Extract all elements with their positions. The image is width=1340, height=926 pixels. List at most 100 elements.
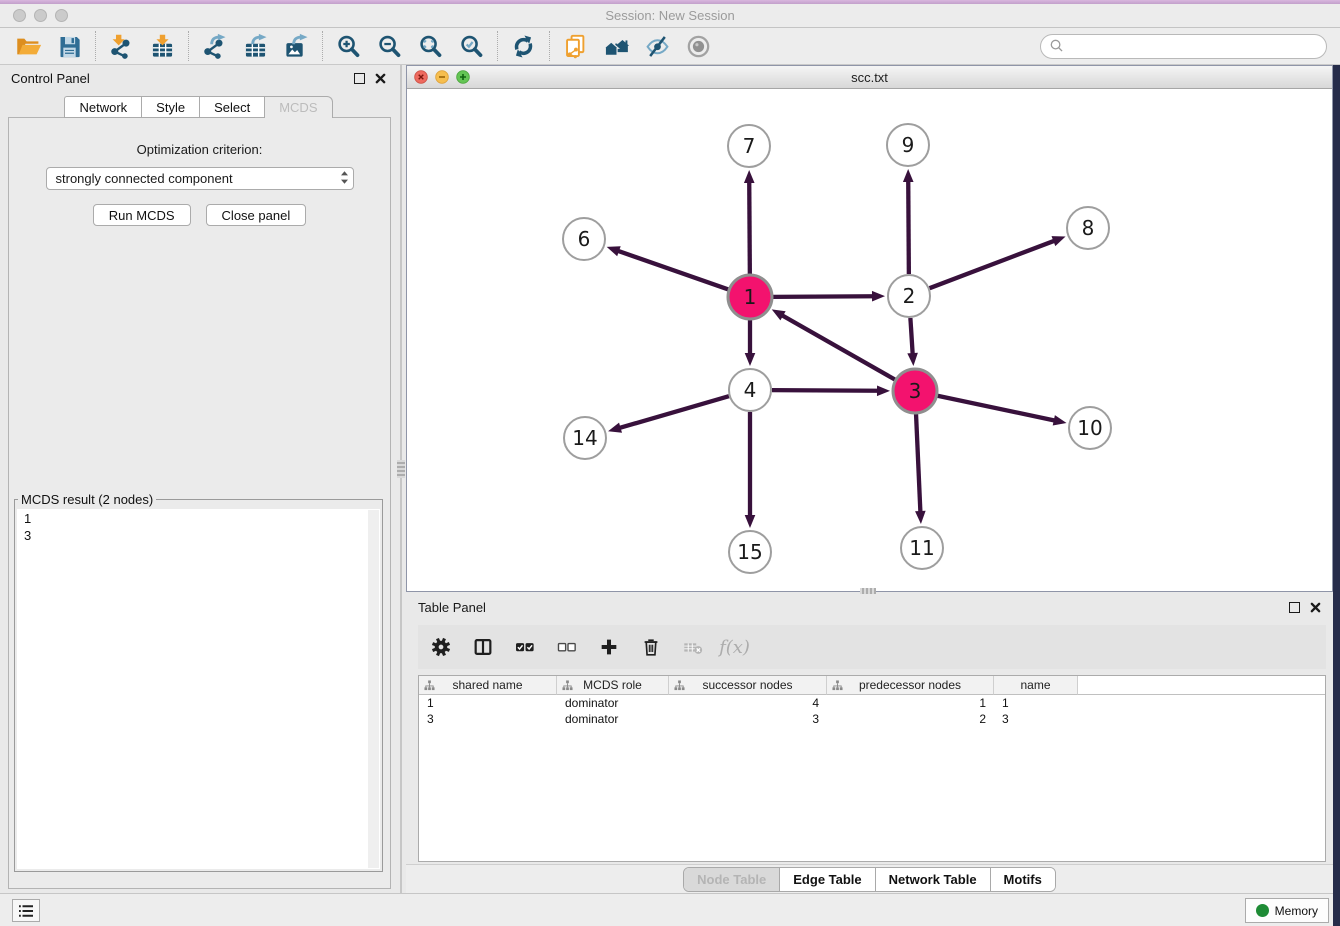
refresh-view-button[interactable]	[503, 30, 544, 63]
split-table-button[interactable]	[469, 631, 496, 663]
graph-edge-4-3[interactable]	[772, 385, 890, 396]
graph-edge-2-9[interactable]	[903, 169, 914, 274]
panel-splitter-handle[interactable]	[397, 460, 405, 478]
tab-network-table[interactable]: Network Table	[876, 868, 991, 891]
new-network-from-selection-button[interactable]	[555, 30, 596, 63]
graph-node-1[interactable]: 1	[728, 275, 772, 319]
table-cell[interactable]: 1	[827, 696, 994, 710]
add-column-button[interactable]	[595, 631, 622, 663]
graph-edge-4-15[interactable]	[745, 412, 756, 528]
hide-graphics-details-button[interactable]	[637, 30, 678, 63]
zoom-selected-button[interactable]	[451, 30, 492, 63]
show-graphics-details-button[interactable]	[678, 30, 719, 63]
search-input[interactable]	[1068, 39, 1317, 54]
zoom-out-button[interactable]	[369, 30, 410, 63]
svg-text:4: 4	[744, 378, 757, 402]
graph-edge-1-2[interactable]	[773, 291, 885, 302]
table-cell[interactable]: 2	[827, 712, 994, 726]
export-table-button[interactable]	[235, 30, 276, 63]
mcds-result-list: 13	[17, 509, 380, 545]
graph-edge-2-8[interactable]	[930, 236, 1066, 288]
table-settings-gear-button[interactable]	[427, 631, 454, 663]
column-header-MCDS-role[interactable]: MCDS role	[557, 676, 669, 695]
column-header-shared-name[interactable]: shared name	[419, 676, 557, 695]
table-row[interactable]: 3dominator323	[419, 711, 1325, 727]
graph-node-6[interactable]: 6	[563, 218, 605, 260]
graph-node-7[interactable]: 7	[728, 125, 770, 167]
table-cell[interactable]: 3	[669, 712, 827, 726]
macos-close-button[interactable]	[13, 9, 26, 22]
search-field[interactable]	[1040, 34, 1327, 59]
close-panel-button[interactable]: Close panel	[206, 204, 307, 226]
run-mcds-button[interactable]: Run MCDS	[93, 204, 191, 226]
column-header-successor-nodes[interactable]: successor nodes	[669, 676, 827, 695]
graph-edge-2-3[interactable]	[907, 318, 918, 366]
graph-node-9[interactable]: 9	[887, 124, 929, 166]
graph-node-4[interactable]: 4	[729, 369, 771, 411]
table-cell[interactable]: 1	[994, 696, 1078, 710]
tab-style[interactable]: Style	[141, 96, 199, 118]
first-neighbors-button[interactable]	[596, 30, 637, 63]
close-table-panel-icon[interactable]	[1310, 602, 1321, 613]
optimization-criterion-label: Optimization criterion:	[9, 142, 390, 157]
memory-button[interactable]: Memory	[1245, 898, 1329, 923]
panel-splitter[interactable]	[400, 65, 402, 893]
import-network-button[interactable]	[101, 30, 142, 63]
graph-node-11[interactable]: 11	[901, 527, 943, 569]
graph-edge-3-1[interactable]	[772, 309, 895, 379]
float-panel-icon[interactable]	[354, 73, 365, 84]
float-table-panel-icon[interactable]	[1289, 602, 1300, 613]
result-scrollbar[interactable]	[368, 510, 379, 868]
open-file-button[interactable]	[8, 30, 49, 63]
control-panel-header: Control Panel	[0, 65, 397, 91]
graph-edge-1-7[interactable]	[744, 170, 755, 274]
column-header-name[interactable]: name	[994, 676, 1078, 695]
tab-mcds[interactable]: MCDS	[264, 96, 332, 118]
deselect-all-rows-button[interactable]	[553, 631, 580, 663]
graph-node-15[interactable]: 15	[729, 531, 771, 573]
criterion-select[interactable]: strongly connected component	[46, 167, 354, 190]
tab-network[interactable]: Network	[64, 96, 141, 118]
tab-node-table[interactable]: Node Table	[684, 868, 780, 891]
zoom-fit-button[interactable]	[410, 30, 451, 63]
zoom-in-button[interactable]	[328, 30, 369, 63]
save-session-button[interactable]	[49, 30, 90, 63]
tab-select[interactable]: Select	[199, 96, 264, 118]
macos-minimize-button[interactable]	[34, 9, 47, 22]
network-canvas[interactable]: 7 9 6 8 1 2 4 3 14 10 15 11	[407, 89, 1332, 591]
graph-edge-1-4[interactable]	[745, 320, 756, 366]
graph-node-3[interactable]: 3	[893, 369, 937, 413]
graph-node-2[interactable]: 2	[888, 275, 930, 317]
mcds-result-item: 1	[24, 510, 373, 527]
graph-edge-1-6[interactable]	[607, 246, 729, 289]
network-window-titlebar[interactable]: scc.txt	[407, 66, 1332, 89]
table-cell[interactable]: dominator	[557, 712, 669, 726]
graph-edge-4-14[interactable]	[608, 396, 729, 433]
import-table-button[interactable]	[142, 30, 183, 63]
tab-motifs[interactable]: Motifs	[991, 868, 1055, 891]
table-cell[interactable]: 3	[419, 712, 557, 726]
status-bar: Memory	[0, 893, 1340, 926]
graph-node-8[interactable]: 8	[1067, 207, 1109, 249]
task-history-button[interactable]	[12, 899, 40, 922]
delete-rows-trash-button[interactable]	[637, 631, 664, 663]
graph-edge-3-10[interactable]	[938, 396, 1067, 426]
close-control-panel-icon[interactable]	[375, 73, 386, 84]
table-cell[interactable]: dominator	[557, 696, 669, 710]
mcds-result-group: MCDS result (2 nodes) 13	[14, 492, 383, 872]
table-cell[interactable]: 3	[994, 712, 1078, 726]
table-cell[interactable]: 4	[669, 696, 827, 710]
network-table-splitter-handle[interactable]	[860, 588, 876, 594]
new-network-from-selection-icon	[562, 33, 589, 60]
graph-node-10[interactable]: 10	[1069, 407, 1111, 449]
export-network-button[interactable]	[194, 30, 235, 63]
select-all-rows-button[interactable]	[511, 631, 538, 663]
tab-edge-table[interactable]: Edge Table	[780, 868, 875, 891]
table-row[interactable]: 1dominator411	[419, 695, 1325, 711]
table-cell[interactable]: 1	[419, 696, 557, 710]
graph-node-14[interactable]: 14	[564, 417, 606, 459]
macos-zoom-button[interactable]	[55, 9, 68, 22]
column-header-predecessor-nodes[interactable]: predecessor nodes	[827, 676, 994, 695]
graph-edge-3-11[interactable]	[915, 414, 926, 524]
export-image-button[interactable]	[276, 30, 317, 63]
